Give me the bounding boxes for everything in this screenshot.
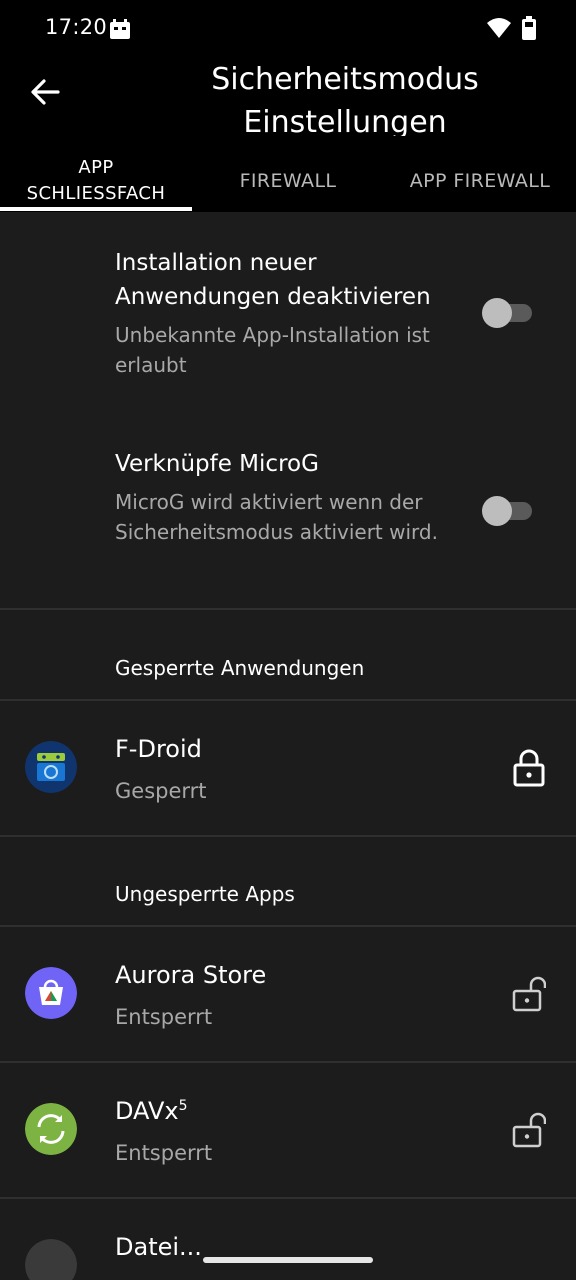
aurora-store-icon xyxy=(25,967,77,1019)
tab-app-schliessfach[interactable]: APP SCHLIESSFACH xyxy=(0,150,192,212)
app-name-davx5: DAVx5 xyxy=(115,1097,188,1125)
app-bar: Sicherheitsmodus Einstellungen APP SCHLI… xyxy=(0,58,576,212)
pref-link-microg-summary: MicroG wird aktiviert wenn der Sicherhei… xyxy=(115,490,438,544)
tab-firewall[interactable]: FIREWALL xyxy=(192,150,384,212)
battery-icon xyxy=(522,16,536,40)
app-status-aurora-store: Entsperrt xyxy=(115,1005,213,1029)
app-row-files[interactable]: Datei... xyxy=(0,1199,576,1280)
divider xyxy=(0,835,576,837)
davx5-icon xyxy=(25,1103,77,1155)
tab-indicator xyxy=(0,207,192,211)
app-name-files: Datei... xyxy=(115,1233,202,1261)
page-title: Sicherheitsmodus Einstellungen xyxy=(150,58,540,136)
page-title-line2: Einstellungen xyxy=(243,105,447,136)
app-status-fdroid: Gesperrt xyxy=(115,779,207,803)
page-title-line1: Sicherheitsmodus xyxy=(211,62,479,97)
tab-bar: APP SCHLIESSFACH FIREWALL APP FIREWALL xyxy=(0,150,576,212)
pref-link-microg-title: Verknüpfe MicroG xyxy=(115,451,319,477)
tab-app-firewall-label: APP FIREWALL xyxy=(409,170,551,192)
files-icon xyxy=(25,1239,77,1280)
app-name-aurora-store: Aurora Store xyxy=(115,961,267,989)
app-row-fdroid[interactable]: F-Droid Gesperrt xyxy=(0,701,576,835)
unlock-icon[interactable] xyxy=(512,975,546,1013)
fdroid-icon xyxy=(25,741,77,793)
status-time: 17:20 xyxy=(45,15,108,39)
back-arrow-icon[interactable] xyxy=(28,75,62,109)
pref-disable-install[interactable]: Installation neuer Anwendungen deaktivie… xyxy=(115,246,455,380)
section-header-unlocked: Ungesperrte Apps xyxy=(115,882,295,906)
tab-app-schliessfach-line2: SCHLIESSFACH xyxy=(26,183,166,204)
pref-disable-install-title: Installation neuer Anwendungen deaktivie… xyxy=(115,250,431,310)
disable-install-switch[interactable] xyxy=(482,297,534,328)
app-status-davx5: Entsperrt xyxy=(115,1141,213,1165)
tab-firewall-label: FIREWALL xyxy=(239,170,337,192)
link-microg-switch[interactable] xyxy=(482,495,534,526)
status-bar: 17:20 xyxy=(0,0,576,58)
section-header-locked: Gesperrte Anwendungen xyxy=(115,656,365,680)
app-row-aurora-store[interactable]: Aurora Store Entsperrt xyxy=(0,927,576,1061)
unlock-icon[interactable] xyxy=(512,1111,546,1149)
tab-app-firewall[interactable]: APP FIREWALL xyxy=(384,150,576,212)
app-name-fdroid: F-Droid xyxy=(115,735,202,763)
divider xyxy=(0,608,576,610)
gesture-nav-bar[interactable] xyxy=(203,1257,373,1263)
pref-disable-install-summary: Unbekannte App-Installation ist erlaubt xyxy=(115,323,430,377)
wifi-icon xyxy=(487,18,511,38)
pref-link-microg[interactable]: Verknüpfe MicroG MicroG wird aktiviert w… xyxy=(115,447,455,547)
tab-app-schliessfach-line1: APP xyxy=(78,157,114,178)
notification-icon xyxy=(110,19,130,39)
app-row-davx5[interactable]: DAVx5 Entsperrt xyxy=(0,1063,576,1197)
lock-icon[interactable] xyxy=(512,749,546,787)
